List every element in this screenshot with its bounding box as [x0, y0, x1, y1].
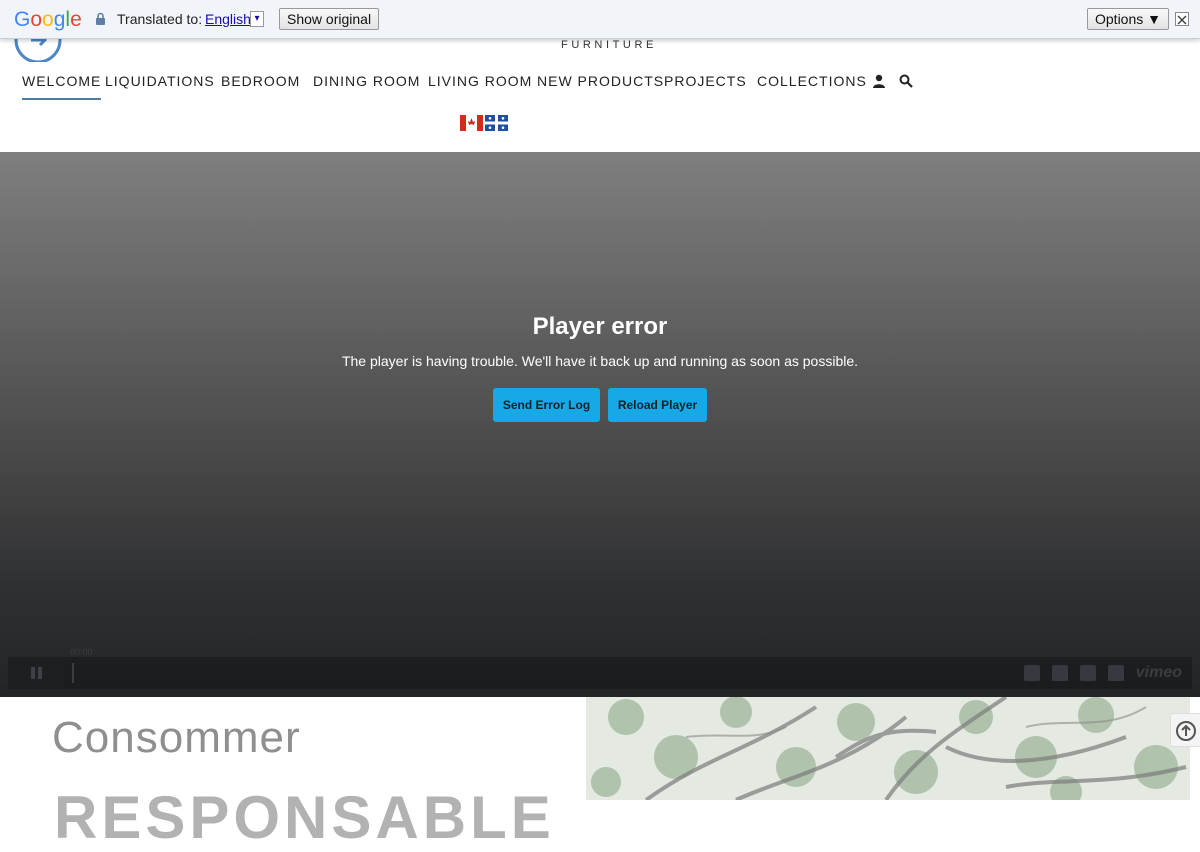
- translate-bar: Google Translated to: English ▾ Show ori…: [0, 0, 1200, 39]
- promo-text-panel: Consommer RESPONSABLE: [10, 697, 586, 851]
- player-error-title: Player error: [532, 313, 668, 340]
- options-button[interactable]: Options ▼: [1087, 8, 1169, 30]
- reload-player-button[interactable]: Reload Player: [608, 388, 707, 422]
- player-time: 00:00: [70, 647, 93, 657]
- nav-dining-room[interactable]: DINING ROOM: [313, 73, 420, 89]
- vimeo-logo[interactable]: vimeo: [1136, 665, 1182, 681]
- brand-subtitle: FURNITURE: [561, 39, 657, 51]
- language-link[interactable]: English: [205, 11, 251, 27]
- promo-line-1: Consommer: [52, 713, 301, 762]
- fullscreen-icon[interactable]: [1107, 665, 1124, 681]
- progress-scrubber[interactable]: [72, 663, 74, 683]
- close-translate-button[interactable]: [1175, 12, 1189, 26]
- arrow-up-circle-icon: [1176, 721, 1196, 741]
- quebec-flag-icon[interactable]: [485, 115, 508, 131]
- send-error-log-button[interactable]: Send Error Log: [493, 388, 600, 422]
- promo-banner: Consommer RESPONSABLE: [0, 697, 1200, 851]
- language-dropdown[interactable]: ▾: [250, 11, 264, 27]
- settings-icon[interactable]: [1051, 665, 1068, 681]
- nav-projects[interactable]: PROJECTS: [664, 73, 747, 89]
- pause-button[interactable]: [8, 657, 64, 689]
- nav-new-products[interactable]: NEW PRODUCTS: [537, 73, 664, 89]
- canada-flag-icon[interactable]: [460, 115, 483, 131]
- nav-collections[interactable]: COLLECTIONS: [757, 73, 867, 89]
- google-logo: Google: [14, 8, 82, 31]
- lock-icon: [96, 12, 105, 25]
- close-icon: [1177, 15, 1187, 25]
- player-error-message: The player is having trouble. We'll have…: [341, 353, 859, 369]
- show-original-button[interactable]: Show original: [279, 8, 380, 30]
- volume-icon[interactable]: [1023, 665, 1040, 681]
- nav-bedroom[interactable]: BEDROOM: [221, 73, 300, 89]
- nav-welcome[interactable]: WELCOME: [22, 73, 102, 100]
- promo-line-2: RESPONSABLE: [54, 784, 555, 851]
- tree-canopy-image: [586, 697, 1190, 800]
- video-player[interactable]: Player error The player is having troubl…: [0, 152, 1200, 697]
- nav-living-room[interactable]: LIVING ROOM: [428, 73, 532, 89]
- scroll-to-top-button[interactable]: [1170, 713, 1200, 747]
- translated-to-label: Translated to:: [117, 11, 203, 27]
- player-controls: 00:00 vimeo: [8, 647, 1192, 689]
- user-icon[interactable]: [872, 74, 886, 88]
- nav-liquidations[interactable]: LIQUIDATIONS: [105, 73, 215, 89]
- player-control-icons: vimeo: [1023, 665, 1192, 681]
- pip-icon[interactable]: [1079, 665, 1096, 681]
- search-icon[interactable]: [899, 74, 913, 88]
